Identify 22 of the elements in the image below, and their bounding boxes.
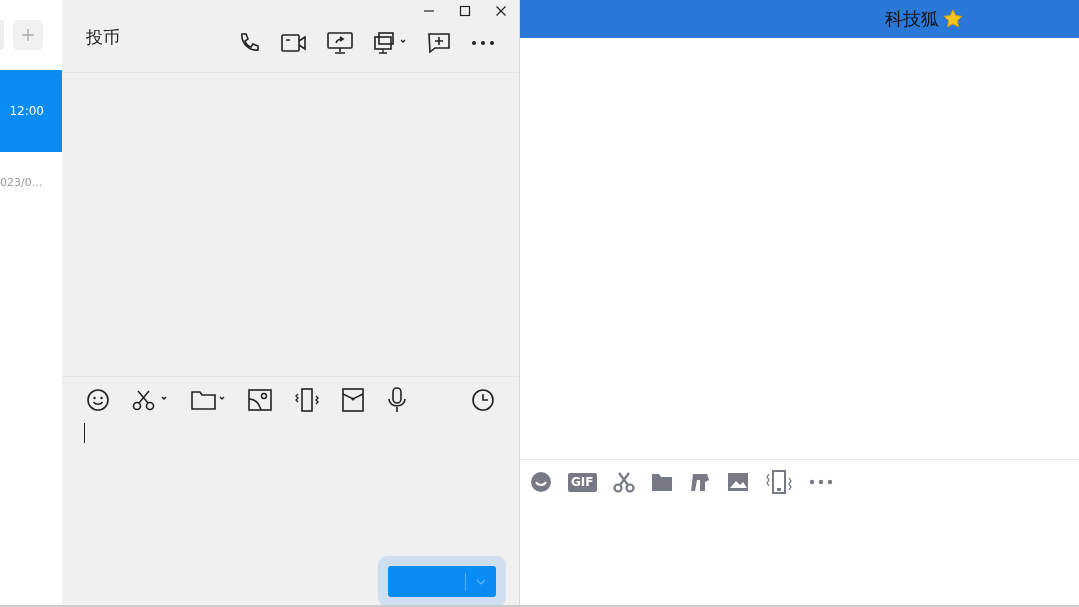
conversation-item[interactable]: 12:00: [0, 70, 62, 152]
folder-icon[interactable]: [190, 388, 226, 412]
scissors-icon[interactable]: [132, 388, 168, 412]
chat-title: 投币: [86, 25, 120, 49]
screen-share-icon[interactable]: [327, 31, 353, 55]
vibrate-phone-icon[interactable]: [294, 388, 320, 412]
add-comment-icon[interactable]: [427, 31, 451, 55]
microphone-icon[interactable]: [386, 387, 408, 413]
screen-window-icon[interactable]: [373, 31, 407, 55]
folder-icon[interactable]: [650, 472, 673, 492]
emoji-icon[interactable]: [86, 388, 110, 412]
maximize-icon[interactable]: [459, 5, 471, 17]
window-title: 科技狐: [885, 7, 939, 31]
clock-icon[interactable]: [471, 388, 495, 412]
close-icon[interactable]: [495, 5, 507, 17]
envelope-icon[interactable]: [342, 388, 364, 412]
conversation-item[interactable]: 023/0...: [0, 152, 62, 212]
video-camera-icon[interactable]: [281, 32, 307, 54]
image-icon[interactable]: [248, 388, 272, 412]
more-icon[interactable]: [471, 40, 495, 46]
smiley-icon[interactable]: [530, 471, 552, 493]
gif-icon[interactable]: GIF: [568, 472, 597, 492]
